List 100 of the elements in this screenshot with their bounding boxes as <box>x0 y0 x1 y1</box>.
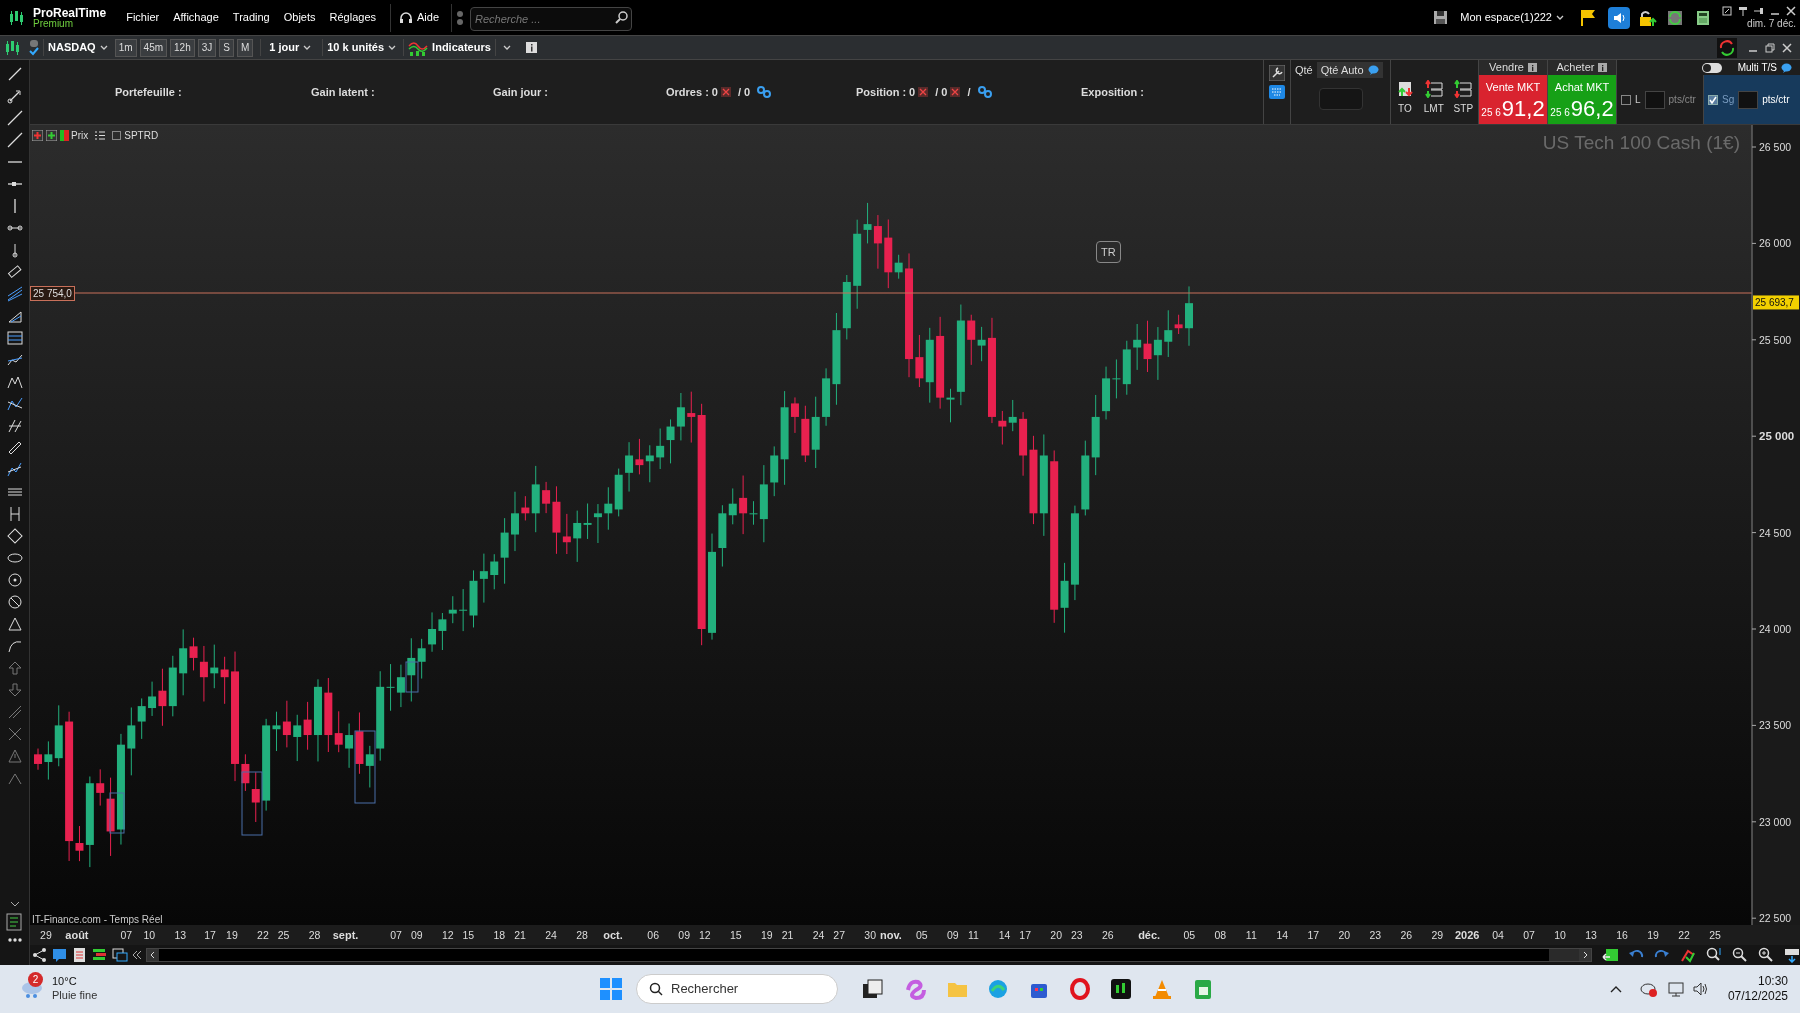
calendar-arrow-icon[interactable] <box>1602 947 1618 963</box>
circle-slash-icon[interactable] <box>6 594 23 610</box>
task-view-icon[interactable] <box>861 978 883 1000</box>
menu-item[interactable]: Réglages <box>329 9 376 26</box>
search-field[interactable]: Recherche ... <box>470 6 633 31</box>
link-check-icon[interactable] <box>28 38 40 57</box>
line-tool-icon[interactable] <box>6 110 23 126</box>
cloud-error-icon[interactable] <box>1639 981 1658 997</box>
search-icon[interactable] <box>615 10 629 24</box>
checkbox[interactable] <box>1708 94 1718 105</box>
cross-icon[interactable] <box>6 726 23 742</box>
sell-plus-icon[interactable] <box>32 130 43 141</box>
zoom-out-icon[interactable] <box>1732 947 1748 963</box>
pin-sideways-icon[interactable] <box>1754 6 1764 16</box>
start-menu-icon[interactable] <box>600 978 622 1000</box>
double-chevron-icon[interactable] <box>132 950 142 960</box>
points-field[interactable] <box>1644 90 1665 109</box>
calculator-icon[interactable] <box>1696 9 1710 26</box>
curve-icon[interactable] <box>6 638 23 654</box>
rectangle-drawing[interactable] <box>241 771 263 836</box>
checkbox[interactable] <box>1621 94 1631 105</box>
candlestick-app-icon[interactable] <box>1110 978 1132 1000</box>
ellipse-icon[interactable] <box>6 550 23 566</box>
menu-item[interactable]: Fichier <box>126 9 160 26</box>
list-tool-icon[interactable] <box>5 913 24 931</box>
diagonal-lines-icon[interactable] <box>6 704 23 720</box>
indicators-button[interactable]: Indicateurs <box>403 39 496 56</box>
order-type-button[interactable]: LMT <box>1423 80 1444 116</box>
color-arrows-icon[interactable] <box>1680 947 1696 963</box>
rectangle-drawing[interactable] <box>109 792 125 834</box>
pin-icon[interactable] <box>1738 6 1748 16</box>
help-button[interactable]: Aide <box>399 9 440 26</box>
warning-icon[interactable] <box>6 748 23 764</box>
document-icon[interactable] <box>72 947 88 963</box>
zigzag-icon[interactable] <box>6 462 23 478</box>
close-icon[interactable] <box>1782 42 1792 53</box>
padlock-icon[interactable] <box>1638 8 1658 27</box>
workspace-dropdown[interactable]: Mon espace(1)222 <box>1460 9 1564 26</box>
list-icon[interactable] <box>95 131 106 140</box>
save-icon[interactable] <box>1433 10 1449 25</box>
line-tool-icon[interactable] <box>6 132 23 148</box>
cancel-icon[interactable] <box>950 87 961 97</box>
down-arrow-icon[interactable] <box>6 682 23 698</box>
cancel-icon[interactable] <box>918 87 929 97</box>
taskbar-search-field[interactable]: Rechercher <box>636 974 838 1004</box>
rectangle-drawing[interactable] <box>354 730 376 804</box>
period-button[interactable]: 1m <box>114 38 137 57</box>
zoom-in-icon[interactable] <box>1758 947 1774 963</box>
diamond-icon[interactable] <box>6 528 23 544</box>
cancel-icon[interactable] <box>720 87 731 97</box>
zoom-vertical-icon[interactable] <box>1706 947 1722 963</box>
parallel-lines-icon[interactable] <box>6 286 23 302</box>
qty-auto-button[interactable]: Qté Auto <box>1316 62 1383 79</box>
period-button[interactable]: M <box>236 38 254 57</box>
candlestick-icon[interactable] <box>4 38 21 57</box>
caret-icon[interactable] <box>502 44 511 51</box>
more-icon[interactable] <box>6 937 23 943</box>
sell-market-button[interactable]: Vente MKT 25 691,2 <box>1479 75 1547 124</box>
circle-target-icon[interactable] <box>6 572 23 588</box>
menu-item[interactable]: Objets <box>283 9 316 26</box>
scrollbar-track[interactable] <box>146 948 1592 962</box>
timeframe-dropdown[interactable]: 1 jour <box>260 39 320 56</box>
legend-label[interactable]: Prix <box>71 128 89 143</box>
buy-plus-icon[interactable] <box>46 130 57 141</box>
close-icon[interactable] <box>1786 6 1796 16</box>
checkbox[interactable] <box>112 131 122 140</box>
caret-down-icon[interactable] <box>9 901 20 907</box>
toggle-switch[interactable] <box>1701 62 1722 73</box>
menu-item[interactable]: Trading <box>232 9 270 26</box>
swirl-icon[interactable] <box>904 978 926 1000</box>
triangle-icon[interactable] <box>6 616 23 632</box>
ruler-icon[interactable] <box>6 264 23 280</box>
legend-label[interactable]: SPTRD <box>124 128 159 143</box>
info-icon[interactable] <box>525 42 537 53</box>
keyboard-arrow-icon[interactable] <box>1784 947 1800 963</box>
line-tool-icon[interactable] <box>6 66 23 82</box>
instrument-dropdown[interactable]: NASDAQ <box>43 39 112 56</box>
arrow-tool-icon[interactable] <box>6 88 23 104</box>
wrench-icon[interactable] <box>1269 65 1285 81</box>
chevron-up-icon[interactable] <box>1609 985 1622 993</box>
zigzag-icon[interactable] <box>6 396 23 412</box>
period-button[interactable]: S <box>219 38 234 57</box>
speaker-icon[interactable] <box>1691 981 1710 997</box>
sound-button[interactable] <box>1608 6 1630 29</box>
scrollbar-thumb[interactable] <box>1549 949 1579 961</box>
restore-icon[interactable] <box>1765 42 1775 53</box>
text-marker[interactable]: TR <box>1096 241 1121 263</box>
order-type-button[interactable]: TO <box>1395 80 1414 116</box>
points-field[interactable] <box>1738 90 1759 109</box>
grid-tool-icon[interactable] <box>6 330 23 346</box>
bars-icon[interactable] <box>92 947 108 963</box>
menu-item[interactable]: Affichage <box>173 9 219 26</box>
order-type-button[interactable]: STP <box>1453 80 1474 116</box>
up-arrow-icon[interactable] <box>6 660 23 676</box>
detach-icon[interactable] <box>1722 6 1732 16</box>
chat-icon[interactable] <box>52 947 68 963</box>
refresh-arrows-icon[interactable] <box>1717 37 1737 58</box>
trend-tool-icon[interactable] <box>6 352 23 368</box>
period-button[interactable]: 12h <box>170 38 195 57</box>
ring-icon[interactable] <box>1069 978 1091 1000</box>
